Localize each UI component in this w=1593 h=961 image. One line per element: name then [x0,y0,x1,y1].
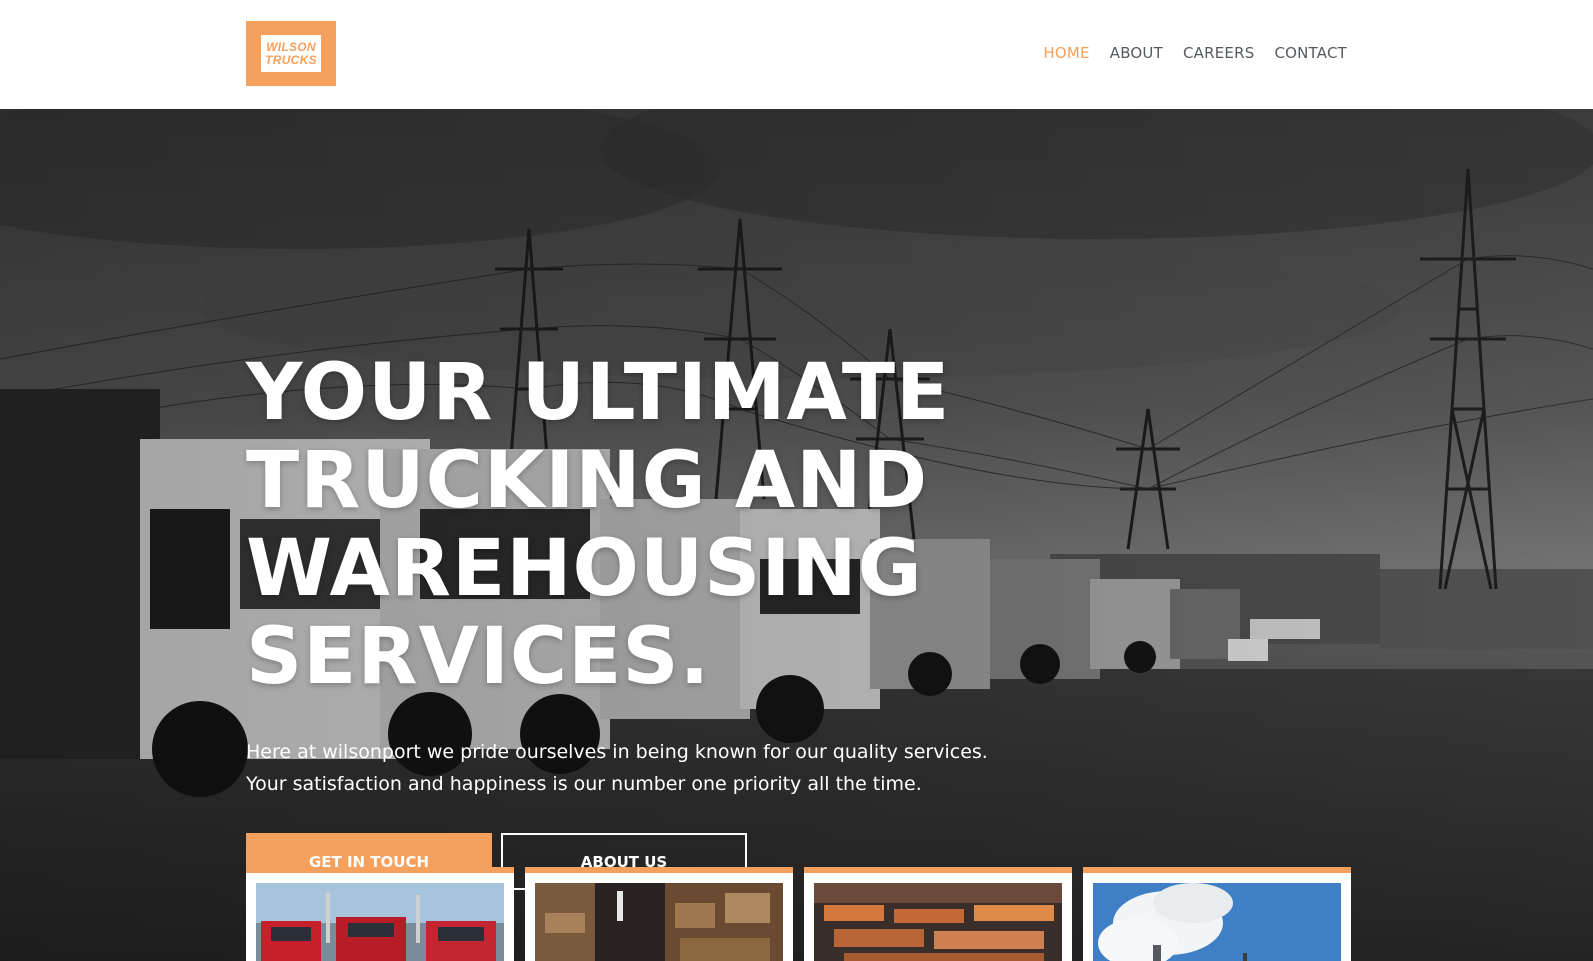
service-card-1[interactable] [246,867,514,961]
hero-section: YOUR ULTIMATE TRUCKING AND WAREHOUSING S… [0,109,1593,961]
red-trucks-photo [256,883,504,961]
logo-line-1: WILSON [266,39,316,54]
container-port-photo [814,883,1062,961]
nav-contact[interactable]: CONTACT [1274,44,1347,62]
service-card-3[interactable] [804,867,1072,961]
hero-intro: Here at wilsonport we pride ourselves in… [246,741,988,795]
service-card-2[interactable] [525,867,793,961]
logo-mark: WILSON TRUCKS [261,35,321,72]
logo[interactable]: WILSON TRUCKS [246,21,336,86]
hero-headline: YOUR ULTIMATE TRUCKING AND WAREHOUSING S… [246,348,951,702]
nav-about[interactable]: ABOUT [1110,44,1163,62]
factory-smoke-photo [1093,883,1341,961]
nav-careers[interactable]: CAREERS [1183,44,1254,62]
warehouse-shelves-photo [535,883,783,961]
main-nav: HOME ABOUT CAREERS CONTACT [1043,44,1347,62]
logo-line-2: TRUCKS [265,52,317,67]
nav-home[interactable]: HOME [1043,44,1089,62]
site-header: WILSON TRUCKS HOME ABOUT CAREERS CONTACT [0,0,1593,109]
service-card-4[interactable] [1083,867,1351,961]
